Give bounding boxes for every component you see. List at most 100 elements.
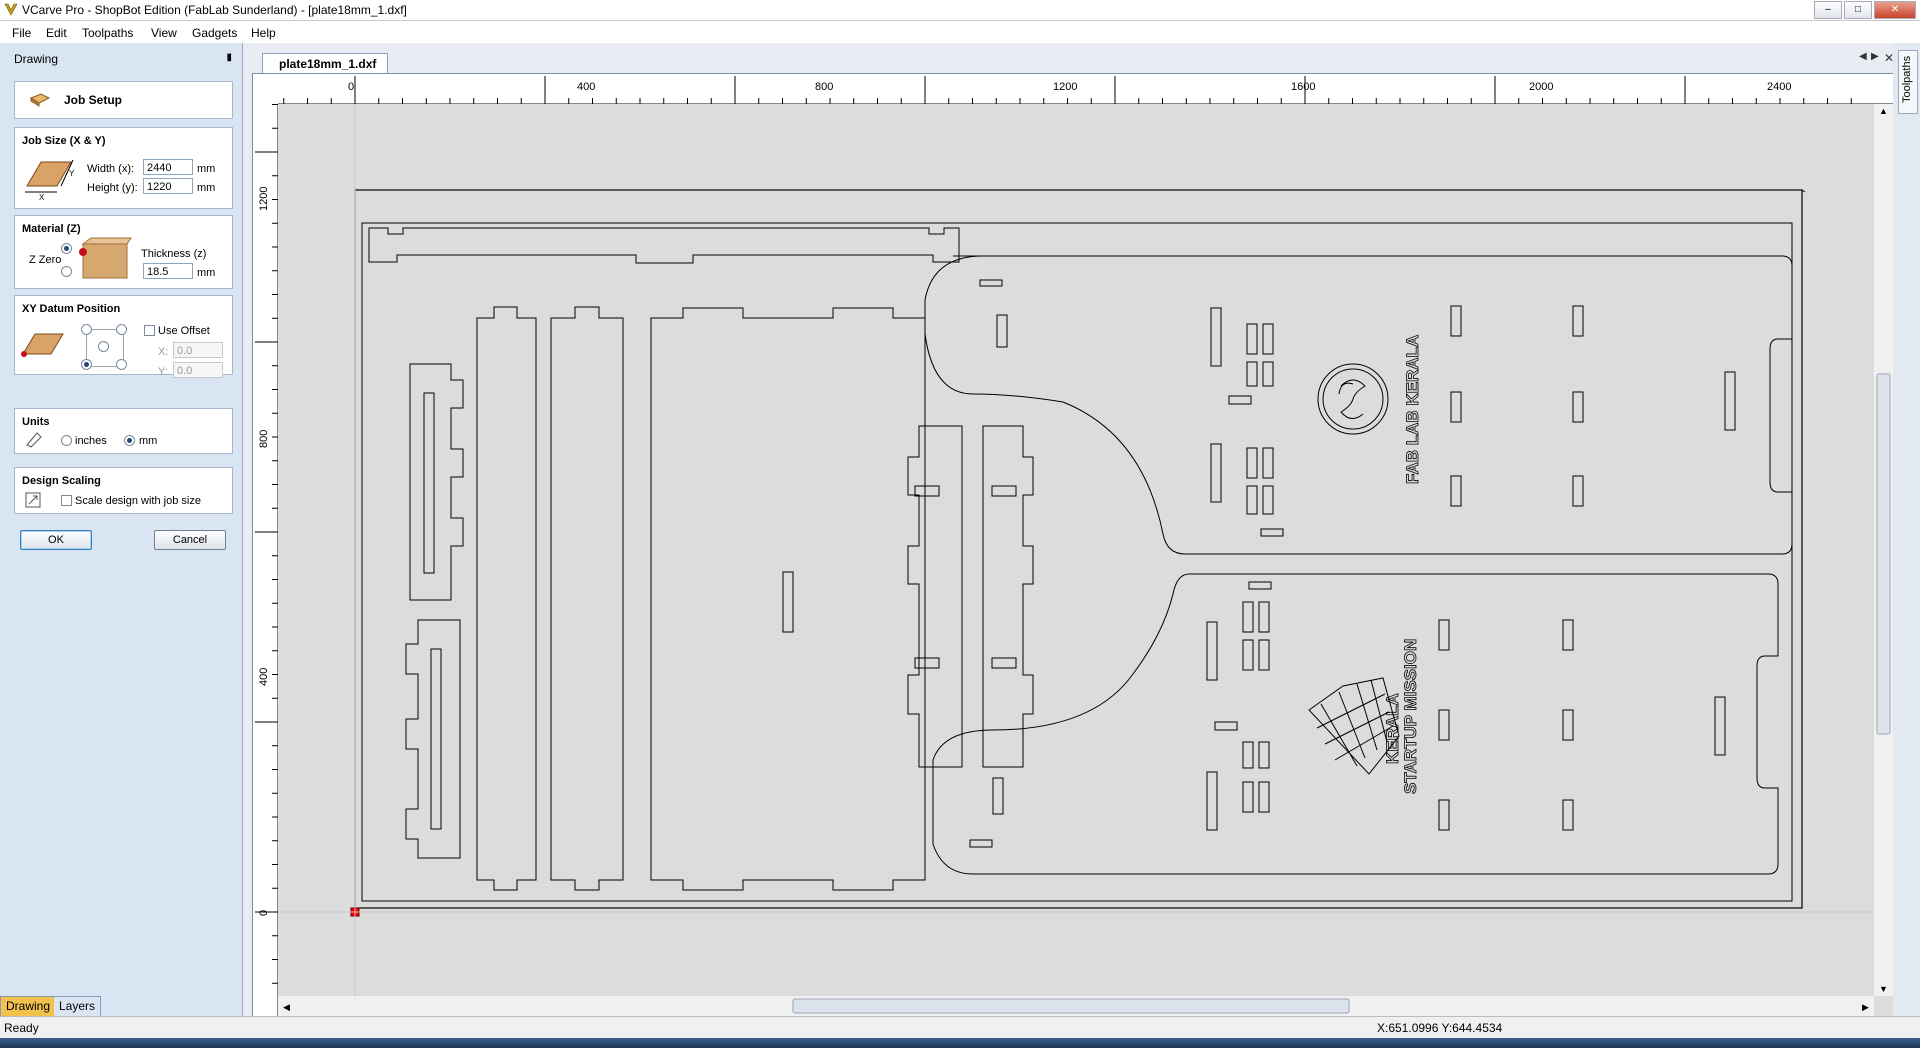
- zzero-bottom-radio[interactable]: [61, 266, 72, 277]
- tab-scroll-right-icon[interactable]: ▶: [1871, 51, 1879, 62]
- ruler-icon: [26, 432, 42, 448]
- tab-scroll-left-icon[interactable]: ◀: [1859, 51, 1867, 62]
- part-strip-2: [550, 306, 624, 891]
- width-unit: mm: [197, 163, 216, 175]
- cancel-button[interactable]: Cancel: [154, 530, 226, 550]
- menu-file[interactable]: File: [12, 26, 31, 40]
- height-label: Height (y):: [87, 182, 138, 194]
- part-big-panel: [650, 307, 926, 891]
- ruler-top-label: 0: [348, 81, 354, 93]
- panel-header: Drawing ▮: [0, 43, 242, 69]
- units-inches-radio[interactable]: [61, 435, 72, 446]
- scale-design-label: Scale design with job size: [75, 495, 201, 507]
- datum-center-radio[interactable]: [98, 341, 109, 352]
- vertical-scroll-thumb[interactable]: [1876, 373, 1891, 735]
- material-heading: Material (Z): [22, 223, 81, 235]
- app-logo-icon: [4, 3, 18, 16]
- datum-top-right-radio[interactable]: [116, 324, 127, 335]
- cursor-coordinates: X:651.0996 Y:644.4534: [1377, 1021, 1503, 1035]
- menu-edit[interactable]: Edit: [46, 26, 67, 40]
- ruler-top-label: 2400: [1767, 81, 1791, 93]
- left-ruler: [253, 74, 278, 1017]
- part-upper-board: [924, 255, 1793, 555]
- scroll-left-icon[interactable]: ◀: [283, 1002, 290, 1012]
- use-offset-checkbox[interactable]: [144, 325, 155, 336]
- part-lower-board: [932, 573, 1779, 875]
- ok-button[interactable]: OK: [20, 530, 92, 550]
- scroll-down-icon[interactable]: ▼: [1879, 984, 1888, 994]
- material-block-icon: [79, 237, 132, 279]
- pin-icon[interactable]: ▮: [226, 52, 232, 63]
- ksum-text-line1: KERALA: [1383, 693, 1402, 764]
- thickness-label: Thickness (z): [141, 248, 207, 260]
- offset-x-label: X:: [158, 346, 169, 358]
- thickness-field[interactable]: 18.5: [143, 263, 193, 279]
- zzero-label: Z Zero: [29, 254, 62, 266]
- design-scaling-section: Design Scaling Scale design with job siz…: [14, 467, 233, 514]
- fablab-kerala-text: FAB LAB KERALA: [1403, 335, 1422, 484]
- job-setup-header: Job Setup: [14, 81, 233, 119]
- menu-view[interactable]: View: [151, 26, 177, 40]
- tab-drawing[interactable]: Drawing: [0, 996, 57, 1017]
- scale-design-checkbox[interactable]: [61, 495, 72, 506]
- dxf-geometry[interactable]: [354, 189, 1806, 909]
- ruler-left-label: 0: [258, 910, 270, 916]
- tab-layers[interactable]: Layers: [54, 996, 102, 1017]
- datum-plate-icon: [21, 333, 64, 357]
- menu-help[interactable]: Help: [251, 26, 276, 40]
- horizontal-scroll-thumb[interactable]: [792, 998, 1350, 1014]
- part-left-2: [405, 619, 461, 859]
- part-top-bar: [368, 227, 960, 264]
- taskbar: [0, 1038, 1920, 1048]
- job-setup-label: Job Setup: [64, 93, 123, 107]
- material-section: Material (Z) Z Zero Thickness (z) 18.5 m…: [14, 215, 233, 289]
- close-button[interactable]: ✕: [1874, 1, 1916, 19]
- job-size-icon: X Y: [25, 159, 75, 202]
- toolpaths-tab-label: Toolpaths: [1901, 55, 1913, 103]
- status-bar: Ready X:651.0996 Y:644.4534: [0, 1016, 1920, 1039]
- width-label: Width (x):: [87, 163, 135, 175]
- datum-bottom-left-radio[interactable]: [81, 359, 92, 370]
- datum-top-left-radio[interactable]: [81, 324, 92, 335]
- job-size-heading: Job Size (X & Y): [22, 135, 106, 147]
- ruler-top-label: 1600: [1291, 81, 1315, 93]
- slot: [430, 648, 442, 830]
- datum-bottom-right-radio[interactable]: [116, 359, 127, 370]
- right-dock: [1893, 43, 1920, 1016]
- scroll-right-icon[interactable]: ▶: [1862, 1002, 1869, 1012]
- units-mm-label: mm: [139, 435, 158, 447]
- design-scaling-heading: Design Scaling: [22, 475, 101, 487]
- zzero-top-radio[interactable]: [61, 243, 72, 254]
- menu-gadgets[interactable]: Gadgets: [192, 26, 237, 40]
- ruler-top-label: 400: [577, 81, 595, 93]
- toolpaths-tab[interactable]: Toolpaths: [1898, 50, 1918, 114]
- part-left-1: [409, 363, 464, 601]
- part-mid-1: [907, 425, 963, 768]
- drawing-canvas[interactable]: 0 400 800 1200 1600 2000 2400 1200 800 4…: [252, 73, 1894, 1018]
- job-setup-icon: [29, 93, 51, 107]
- height-unit: mm: [197, 182, 216, 194]
- job-size-section: Job Size (X & Y) X Y Width (x): 2440 mm …: [14, 127, 233, 209]
- width-field[interactable]: 2440: [143, 159, 193, 175]
- drawing-panel: Drawing ▮ Job Setup Job Size (X & Y) X Y…: [0, 43, 243, 1016]
- document-tab-label: plate18mm_1.dxf: [279, 57, 377, 71]
- slot: [782, 571, 794, 633]
- ruler-top-label: 1200: [1053, 81, 1077, 93]
- document-tab[interactable]: plate18mm_1.dxf: [262, 53, 388, 74]
- plate-outline: [361, 222, 1793, 902]
- ruler-left-label: 400: [258, 668, 270, 686]
- xy-datum-heading: XY Datum Position: [22, 303, 121, 315]
- window-title: VCarve Pro - ShopBot Edition (FabLab Sun…: [22, 3, 407, 17]
- menu-toolpaths[interactable]: Toolpaths: [82, 26, 133, 40]
- offset-y-label: Y:: [158, 366, 168, 378]
- scroll-up-icon[interactable]: ▲: [1879, 106, 1888, 116]
- units-mm-radio[interactable]: [124, 435, 135, 446]
- minimize-button[interactable]: –: [1814, 1, 1842, 19]
- part-strip-1: [476, 306, 537, 891]
- height-field[interactable]: 1220: [143, 178, 193, 194]
- maximize-button[interactable]: □: [1844, 1, 1872, 19]
- offset-x-field[interactable]: 0.0: [173, 342, 223, 358]
- offset-y-field[interactable]: 0.0: [173, 362, 223, 378]
- thickness-unit: mm: [197, 267, 216, 279]
- canvas-svg[interactable]: 0 400 800 1200 1600 2000 2400 1200 800 4…: [253, 74, 1893, 1017]
